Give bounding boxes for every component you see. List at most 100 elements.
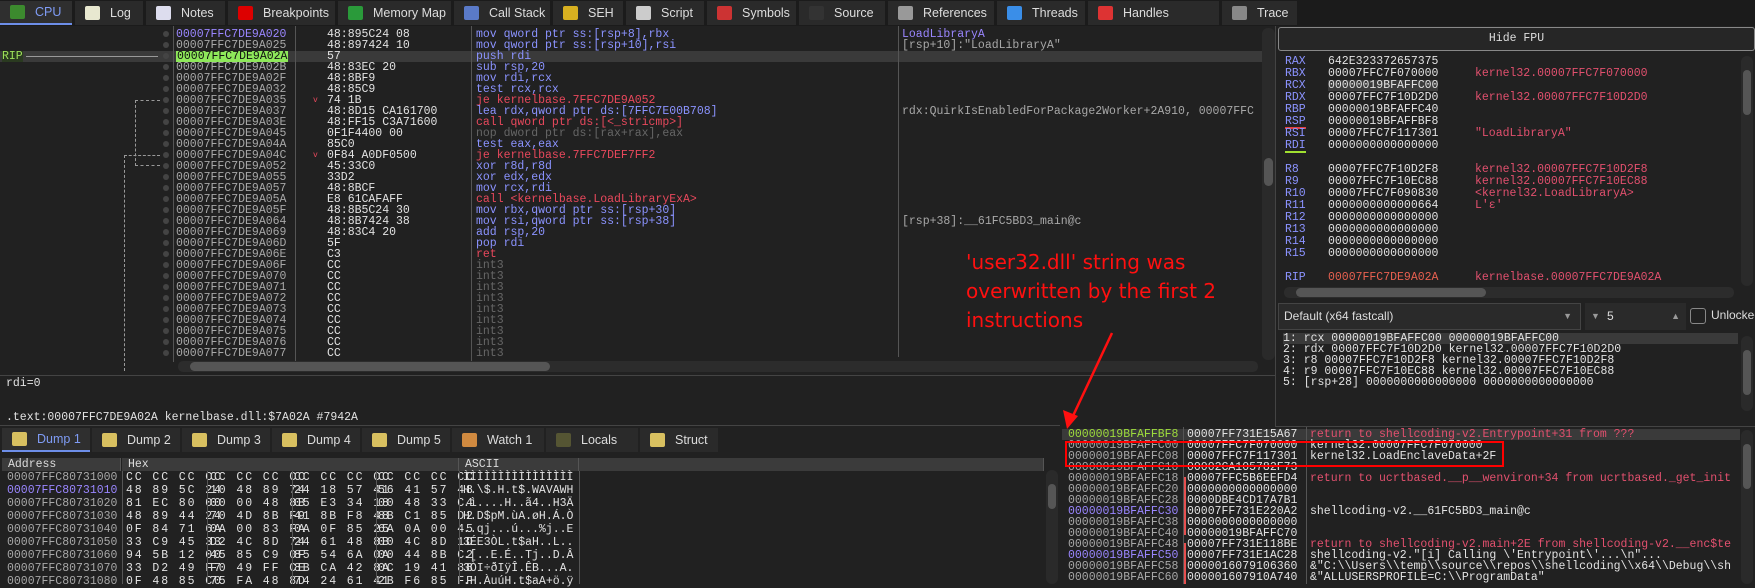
breakpoint-toggle[interactable] (163, 130, 169, 136)
hex-bytes-group[interactable]: 33 D2 49 F7 (126, 562, 223, 575)
disassembly-hscroll[interactable] (178, 361, 1258, 372)
stack-row[interactable]: 00000019BFAFFC60 000001607910A740 &"ALLUSE… (1062, 572, 1740, 584)
register-row[interactable]: R15 0000000000000000 (1278, 248, 1738, 260)
dump-row[interactable]: 00007FFC80731050 33 C9 45 33 D2 4C 8D 74 24… (0, 536, 1044, 549)
register-row[interactable]: R14 0000000000000000 (1278, 236, 1738, 248)
hex-bytes-group[interactable]: 00 48 33 C4 (378, 497, 475, 510)
ascii-text[interactable]: 3ÒI÷ðIÿÎ.ÊB...A. (463, 562, 573, 575)
breakpoint-toggle[interactable] (163, 152, 169, 158)
register-value[interactable]: 00007FFC7F10D2F8 (1328, 164, 1438, 176)
breakpoint-toggle[interactable] (163, 328, 169, 334)
hex-bytes-group[interactable]: 48 89 44 24 (126, 510, 223, 523)
breakpoint-toggle[interactable] (163, 218, 169, 224)
breakpoint-toggle[interactable] (163, 262, 169, 268)
tab-dump-5[interactable]: Dump 5 (362, 428, 450, 452)
scroll-thumb[interactable] (1743, 70, 1751, 115)
tab-dump-3[interactable]: Dump 3 (182, 428, 270, 452)
ascii-text[interactable]: .H.ÀuúH.t$aA+ö.ÿ (463, 575, 573, 588)
hex-bytes-group[interactable]: 2B F6 85 FF (378, 575, 475, 588)
tab-seh[interactable]: SEH (553, 1, 623, 25)
register-row[interactable]: R9 00007FFC7F10EC88 kernel32.00007FFC7F10E… (1278, 176, 1738, 188)
arg-count-spinner[interactable]: ▼ 5 ▲ (1585, 303, 1686, 330)
stack-value[interactable]: 000001607910A740 (1187, 572, 1297, 584)
tab-call-stack[interactable]: Call Stack (454, 1, 550, 25)
breakpoint-toggle[interactable] (163, 317, 169, 323)
breakpoint-toggle[interactable] (163, 64, 169, 70)
register-row[interactable]: RSP 00000019BFAFFBF8 (1278, 116, 1738, 129)
breakpoint-toggle[interactable] (163, 350, 169, 356)
hex-bytes-group[interactable]: 0C 19 41 88 (378, 562, 475, 575)
scroll-thumb[interactable] (1743, 350, 1751, 395)
dump-row[interactable]: 00007FFC80731060 94 5B 12 00 45 85 C9 0F 85… (0, 549, 1044, 562)
hide-fpu-button[interactable]: Hide FPU (1278, 27, 1755, 51)
dump-row[interactable]: 00007FFC80731040 0F 84 71 6A 0A 00 83 FA 0A… (0, 523, 1044, 536)
breakpoint-toggle[interactable] (163, 163, 169, 169)
registers-vscroll[interactable] (1741, 56, 1753, 286)
register-value[interactable]: 00007FFC7F10EC88 (1328, 176, 1438, 188)
register-row[interactable]: RAX 642E323372657375 (1278, 56, 1738, 68)
hex-column-header[interactable]: Hex (122, 458, 459, 471)
register-value[interactable]: 00000019BFAFFC40 (1328, 104, 1438, 116)
breakpoint-toggle[interactable] (163, 75, 169, 81)
breakpoint-toggle[interactable] (163, 141, 169, 147)
breakpoint-toggle[interactable] (163, 97, 169, 103)
disasm-row[interactable]: 00007FFC7DE9A077 CC int3 (0, 348, 1262, 359)
register-row[interactable]: R12 0000000000000000 (1278, 212, 1738, 224)
register-value[interactable]: 00007FFC7DE9A02A (1328, 272, 1438, 284)
register-value[interactable]: 00007FFC7F10D2D0 (1328, 92, 1438, 104)
unlocked-checkbox[interactable] (1690, 308, 1706, 324)
hex-bytes-group[interactable]: 56 41 57 48 (378, 484, 475, 497)
tab-dump-1[interactable]: Dump 1 (2, 428, 90, 452)
breakpoint-toggle[interactable] (163, 31, 169, 37)
address-column-header[interactable]: Address (2, 458, 121, 471)
tab-dump-4[interactable]: Dump 4 (272, 428, 360, 452)
breakpoint-toggle[interactable] (163, 229, 169, 235)
hex-dump-view[interactable]: 00007FFC80731000 CC CC CC CC CC CC CC CC CC… (0, 471, 1044, 588)
breakpoint-toggle[interactable] (163, 273, 169, 279)
register-row[interactable]: R8 00007FFC7F10D2F8 kernel32.00007FFC7F10D… (1278, 164, 1738, 176)
hex-bytes-group[interactable]: CC CC CC CC (378, 471, 475, 484)
breakpoint-toggle[interactable] (163, 240, 169, 246)
register-row[interactable]: R13 0000000000000000 (1278, 224, 1738, 236)
hex-bytes-group[interactable]: 94 5B 12 00 (126, 549, 223, 562)
tab-references[interactable]: References (888, 1, 994, 25)
dump-row[interactable]: 00007FFC80731020 81 EC 80 00 00 00 48 8B 05… (0, 497, 1044, 510)
breakpoint-toggle[interactable] (163, 196, 169, 202)
register-value[interactable]: 0000000000000000 (1328, 236, 1438, 248)
register-row[interactable]: RIP 00007FFC7DE9A02A kernelbase.00007FFC7D… (1278, 272, 1738, 284)
breakpoint-toggle[interactable] (163, 284, 169, 290)
tab-watch-1[interactable]: Watch 1 (452, 428, 544, 452)
ascii-column-header[interactable]: ASCII (459, 458, 579, 471)
register-row[interactable]: RCX 00000019BFAFFC00 (1278, 80, 1738, 91)
scroll-thumb[interactable] (190, 362, 550, 371)
breakpoint-toggle[interactable] (163, 185, 169, 191)
tab-script[interactable]: Script (626, 1, 704, 25)
breakpoint-toggle[interactable] (163, 86, 169, 92)
ascii-text[interactable]: 3ÉE3ÒL.t$aH..L.. (463, 536, 573, 549)
increment-icon[interactable]: ▲ (1671, 303, 1680, 330)
ascii-text[interactable]: ÌÌÌÌÌÌÌÌÌÌÌÌÌÌÌÌ (463, 471, 573, 484)
calling-convention-dropdown[interactable]: Default (x64 fastcall) ▼ (1278, 303, 1581, 330)
register-row[interactable]: RBX 00007FFC7F070000 kernel32.00007FFC7F07… (1278, 68, 1738, 80)
register-value[interactable]: 00007FFC7F070000 (1328, 68, 1438, 80)
dump-row[interactable]: 00007FFC80731080 0F 48 85 C0 75 FA 48 8D 74… (0, 575, 1044, 588)
registers-hscroll[interactable] (1284, 287, 1734, 298)
breakpoint-toggle[interactable] (163, 42, 169, 48)
tab-breakpoints[interactable]: Breakpoints (228, 1, 335, 25)
register-row[interactable]: RSI 00007FFC7F117301 "LoadLibraryA" (1278, 128, 1738, 140)
breakpoint-toggle[interactable] (163, 119, 169, 125)
tab-dump-2[interactable]: Dump 2 (92, 428, 180, 452)
tab-threads[interactable]: Threads (997, 1, 1085, 25)
ascii-text[interactable]: H.D$pM.ùA.øH.Á.Ò (463, 510, 573, 523)
register-value[interactable]: 0000000000000664 (1328, 200, 1438, 212)
tab-memory-map[interactable]: Memory Map (338, 1, 451, 25)
register-row[interactable]: R11 0000000000000664 L'ɛ' (1278, 200, 1738, 212)
tab-symbols[interactable]: Symbols (707, 1, 796, 25)
breakpoint-toggle[interactable] (163, 251, 169, 257)
breakpoint-toggle[interactable] (163, 339, 169, 345)
disassembly-vscroll[interactable] (1262, 28, 1275, 360)
dump-row[interactable]: 00007FFC80731030 48 89 44 24 70 4D 8B F9 41… (0, 510, 1044, 523)
tab-locals[interactable]: Locals (546, 428, 638, 452)
tab-cpu[interactable]: CPU (0, 1, 72, 25)
ascii-text[interactable]: .ì....H..ã4..H3Ä (463, 497, 573, 510)
